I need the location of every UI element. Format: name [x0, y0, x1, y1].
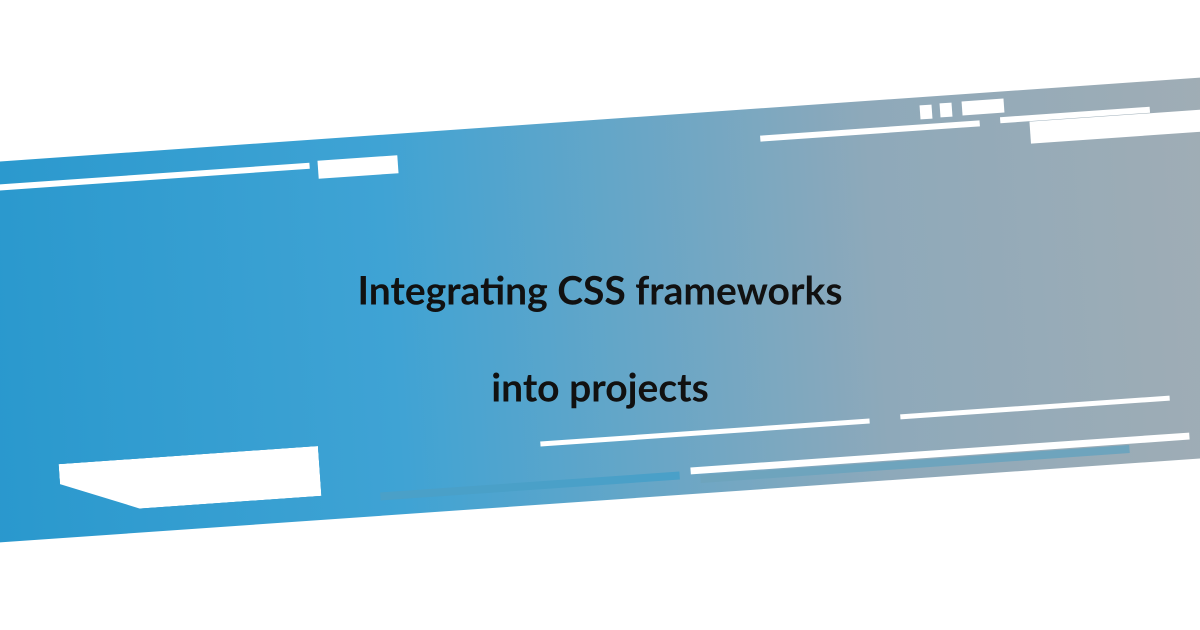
title-line-2: into projects — [491, 365, 709, 411]
accent-block — [920, 105, 933, 120]
accent-block — [962, 99, 1005, 116]
accent-block — [940, 103, 953, 118]
title-line-1: Integrating CSS frameworks — [358, 267, 843, 313]
banner-title: Integrating CSS frameworks into projects — [358, 218, 843, 413]
